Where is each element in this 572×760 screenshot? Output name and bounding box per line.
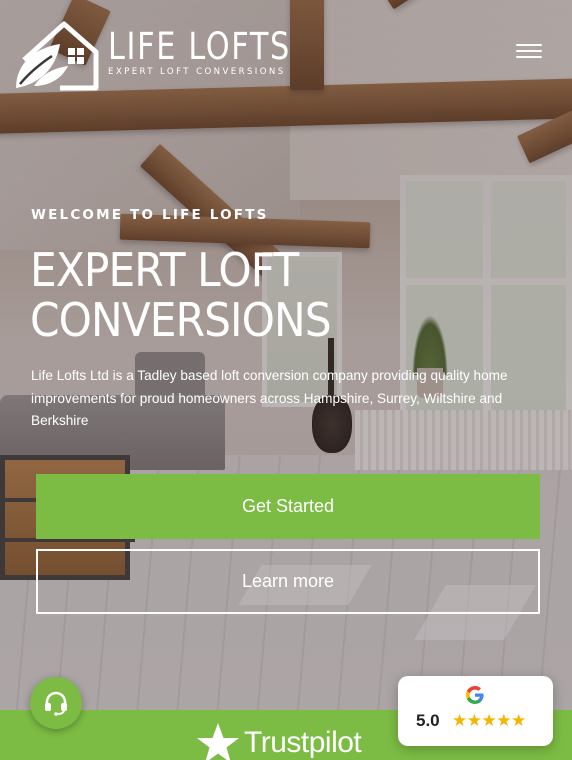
menu-line [516,44,542,46]
get-started-button[interactable]: Get Started [36,474,540,539]
trustpilot-logo[interactable]: Trustpilot [196,722,362,760]
google-g-icon [466,686,484,704]
hero-intro: Life Lofts Ltd is a Tadley based loft co… [31,368,508,428]
trustpilot-star-icon [197,723,239,760]
menu-line [516,50,542,52]
hero-eyebrow: WELCOME TO LIFE LOFTS [31,207,269,223]
learn-more-button[interactable]: Learn more [36,549,540,614]
support-chat-button[interactable] [30,677,82,729]
brand-name: LIFE LOFTS [108,25,291,68]
hero-headline: EXPERT LOFT CONVERSIONS [30,243,332,347]
brand-text: LIFE LOFTS EXPERT LOFT CONVERSIONS [108,25,331,78]
headset-support-icon [45,691,67,716]
hamburger-menu-icon[interactable] [512,40,546,62]
brand-logo[interactable]: LIFE LOFTS EXPERT LOFT CONVERSIONS [12,12,331,92]
menu-line [516,56,542,58]
house-leaf-logo-icon [16,21,99,91]
google-rating-stars: ★★★★★ [452,711,526,731]
google-rating-score: 5.0 [416,711,440,730]
trustpilot-wordmark: Trustpilot [244,726,362,759]
brand-tagline: EXPERT LOFT CONVERSIONS [108,67,286,77]
